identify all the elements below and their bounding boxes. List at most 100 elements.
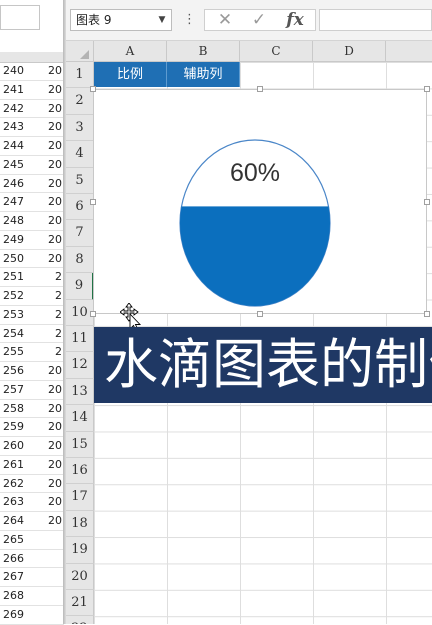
background-row-number: 265 [0,531,38,550]
background-row: 252 2 [0,287,64,306]
insert-function-icon[interactable]: fx [279,10,311,30]
background-cell-value[interactable]: 2 [38,306,64,325]
background-row: 245 20 [0,156,64,175]
background-cell-value[interactable]: 20 [38,418,64,437]
background-cell-value[interactable]: 20 [38,212,64,231]
background-row-number: 248 [0,212,38,231]
background-row-number: 242 [0,100,38,119]
background-row: 246 20 [0,175,64,194]
background-cell-value[interactable] [38,550,64,569]
background-row: 268 [0,587,64,606]
row-header[interactable]: 1 [66,62,94,89]
resize-handle[interactable] [424,198,430,205]
row-header[interactable]: 13 [66,378,94,406]
row-header[interactable]: 14 [66,405,94,432]
resize-handle[interactable] [257,311,263,317]
background-cell-value[interactable]: 2 [38,287,64,306]
column-header-b[interactable]: B [167,41,240,62]
background-cell-value[interactable]: 20 [38,100,64,119]
background-row-number: 252 [0,287,38,306]
background-row: 244 20 [0,137,64,156]
row-header[interactable]: 17 [66,484,94,511]
background-cell-value[interactable]: 20 [38,437,64,456]
background-cell-value[interactable]: 20 [38,137,64,156]
background-row-number: 249 [0,231,38,250]
background-cell-value[interactable]: 20 [38,493,64,512]
resize-handle[interactable] [424,311,430,317]
cancel-icon[interactable]: ✕ [211,10,239,30]
row-header[interactable]: 18 [66,510,94,538]
background-cell-value[interactable]: 20 [38,62,64,81]
background-row-number: 258 [0,400,38,419]
background-cell-value[interactable]: 20 [38,175,64,194]
background-row: 259 20 [0,418,64,437]
background-row-number: 247 [0,193,38,212]
background-row: 257 20 [0,381,64,400]
row-header[interactable]: 4 [66,141,94,168]
background-cell-value[interactable] [38,568,64,587]
row-header[interactable]: 12 [66,352,94,379]
background-cell-value[interactable] [38,587,64,606]
chevron-down-icon[interactable]: ▼ [154,9,170,31]
row-header[interactable]: 5 [66,167,94,194]
background-row: 255 2 [0,343,64,362]
resize-handle[interactable] [257,86,263,92]
cell-b1[interactable]: 辅助列 [167,62,240,87]
row-header[interactable]: 2 [66,88,94,115]
background-row: 269 [0,606,64,625]
background-cell-value[interactable]: 20 [38,250,64,269]
resize-handle[interactable] [90,198,96,205]
column-header-e[interactable] [386,41,432,62]
background-row-number: 264 [0,512,38,531]
row-header[interactable]: 19 [66,537,94,564]
row-header[interactable]: 20 [66,563,94,590]
background-cell-value[interactable]: 20 [38,81,64,100]
column-header-a[interactable]: A [94,41,167,62]
resize-handle[interactable] [90,86,96,92]
row-header[interactable]: 22 [66,616,94,624]
resize-handle[interactable] [90,311,96,317]
row-header[interactable]: 3 [66,114,94,142]
row-header[interactable]: 11 [66,326,94,353]
column-header-c[interactable]: C [240,41,313,62]
background-cell-value[interactable]: 20 [38,475,64,494]
background-row-number: 255 [0,343,38,362]
cell-a1[interactable]: 比例 [94,62,167,87]
chart-plot: 60% [179,139,331,307]
background-cell-value[interactable]: 20 [38,400,64,419]
row-header[interactable]: 7 [66,220,94,247]
background-cell-value[interactable]: 20 [38,512,64,531]
background-cell-value[interactable] [38,531,64,550]
row-header[interactable]: 8 [66,246,94,274]
column-header-d[interactable]: D [313,41,386,62]
background-cell-value[interactable]: 20 [38,362,64,381]
row-header[interactable]: 15 [66,431,94,458]
background-cell-value[interactable]: 20 [38,456,64,475]
formula-bar: 图表 9 ▼ ⋮ ✕ ✓ fx [66,0,432,41]
background-row: 240 20 [0,62,64,81]
background-row: 265 [0,531,64,550]
background-row: 262 20 [0,475,64,494]
background-cell-value[interactable]: 20 [38,193,64,212]
background-cell-value[interactable]: 2 [38,343,64,362]
row-header[interactable]: 16 [66,458,94,485]
row-header[interactable]: 21 [66,590,94,617]
background-row-number: 263 [0,493,38,512]
background-cell-value[interactable] [38,606,64,625]
vertical-dots-icon[interactable]: ⋮ [183,9,196,31]
background-cell-value[interactable]: 2 [38,325,64,344]
background-name-box[interactable] [0,5,40,30]
background-cell-value[interactable]: 20 [38,118,64,137]
row-header[interactable]: 9 [66,273,94,300]
resize-handle[interactable] [424,86,430,92]
background-cell-value[interactable]: 20 [38,231,64,250]
background-cell-value[interactable]: 2 [38,268,64,287]
enter-icon[interactable]: ✓ [245,10,273,30]
background-cell-value[interactable]: 20 [38,381,64,400]
water-drop-chart[interactable]: 60% [93,89,427,314]
background-row-number: 256 [0,362,38,381]
formula-input[interactable] [319,9,432,31]
background-cell-value[interactable]: 20 [38,156,64,175]
background-row: 266 [0,550,64,569]
background-row-number: 260 [0,437,38,456]
